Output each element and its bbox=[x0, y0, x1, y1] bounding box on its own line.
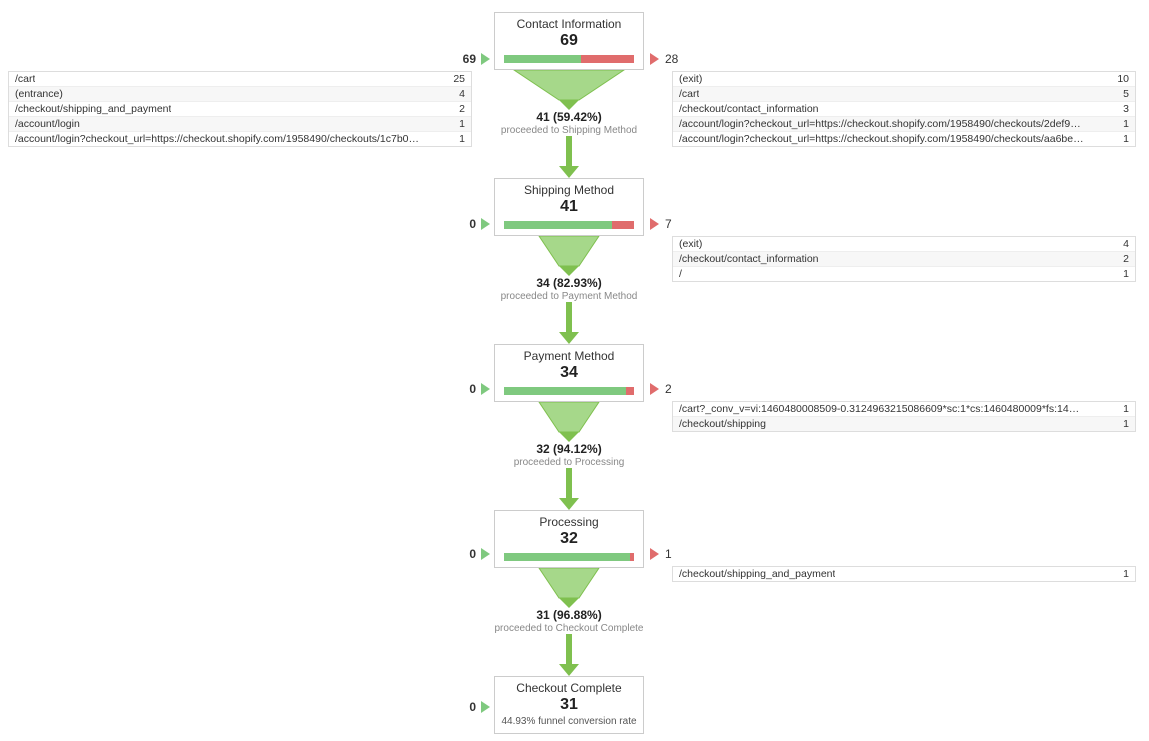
funnel-icon bbox=[494, 568, 644, 608]
table-row[interactable]: /checkout/shipping_and_payment1 bbox=[673, 567, 1135, 581]
triangle-right-icon bbox=[481, 218, 490, 230]
progress-bar bbox=[504, 387, 634, 395]
step-count: 31 bbox=[495, 696, 643, 714]
incoming-indicator: 0 bbox=[469, 382, 490, 396]
table-row[interactable]: (exit)4 bbox=[673, 237, 1135, 252]
table-row[interactable]: (exit)10 bbox=[673, 72, 1135, 87]
funnel-step: Contact Information 69 bbox=[494, 12, 644, 70]
table-row[interactable]: /account/login?checkout_url=https://chec… bbox=[673, 117, 1135, 132]
table-row[interactable]: /account/login?checkout_url=https://chec… bbox=[673, 132, 1135, 146]
funnel-icon bbox=[494, 236, 644, 276]
funnel-step: Payment Method 34 bbox=[494, 344, 644, 402]
step-title: Payment Method bbox=[495, 349, 643, 363]
arrow-down-icon bbox=[494, 468, 644, 510]
proceed-label: 31 (96.88%)proceeded to Checkout Complet… bbox=[494, 608, 644, 634]
proceed-label: 34 (82.93%)proceeded to Payment Method bbox=[494, 276, 644, 302]
step-count: 32 bbox=[495, 530, 643, 548]
funnel-step: Shipping Method 41 bbox=[494, 178, 644, 236]
progress-bar bbox=[504, 221, 634, 229]
step-title: Checkout Complete bbox=[495, 681, 643, 695]
step-title: Processing bbox=[495, 515, 643, 529]
incoming-indicator: 69 bbox=[463, 52, 490, 66]
arrow-down-icon bbox=[494, 136, 644, 178]
outgoing-indicator: 7 bbox=[650, 217, 672, 231]
funnel-icon bbox=[494, 70, 644, 110]
conversion-rate: 44.93% funnel conversion rate bbox=[495, 716, 643, 727]
outgoing-indicator: 1 bbox=[650, 547, 672, 561]
progress-bar bbox=[504, 55, 634, 63]
table-row[interactable]: /checkout/shipping1 bbox=[673, 417, 1135, 431]
proceed-label: 41 (59.42%)proceeded to Shipping Method bbox=[494, 110, 644, 136]
step-title: Shipping Method bbox=[495, 183, 643, 197]
table-row[interactable]: /1 bbox=[673, 267, 1135, 281]
triangle-right-icon bbox=[650, 383, 659, 395]
progress-bar bbox=[504, 553, 634, 561]
step-count: 34 bbox=[495, 364, 643, 382]
table-row[interactable]: /checkout/contact_information2 bbox=[673, 252, 1135, 267]
triangle-right-icon bbox=[481, 548, 490, 560]
step-title: Contact Information bbox=[495, 17, 643, 31]
outgoing-table: /checkout/shipping_and_payment1 bbox=[672, 566, 1136, 582]
proceed-label: 32 (94.12%)proceeded to Processing bbox=[494, 442, 644, 468]
step-count: 41 bbox=[495, 198, 643, 216]
step-count: 69 bbox=[495, 32, 643, 50]
incoming-indicator: 0 bbox=[469, 217, 490, 231]
table-row[interactable]: /cart5 bbox=[673, 87, 1135, 102]
arrow-down-icon bbox=[494, 302, 644, 344]
triangle-right-icon bbox=[650, 548, 659, 560]
funnel-icon bbox=[494, 402, 644, 442]
triangle-right-icon bbox=[481, 701, 490, 713]
table-row[interactable]: /account/login?checkout_url=https://chec… bbox=[9, 132, 471, 146]
table-row[interactable]: /account/login1 bbox=[9, 117, 471, 132]
outgoing-indicator: 28 bbox=[650, 52, 678, 66]
table-row[interactable]: /cart?_conv_v=vi:1460480008509-0.3124963… bbox=[673, 402, 1135, 417]
funnel-step: Processing 32 bbox=[494, 510, 644, 568]
triangle-right-icon bbox=[481, 53, 490, 65]
table-row[interactable]: /checkout/shipping_and_payment2 bbox=[9, 102, 471, 117]
table-row[interactable]: (entrance)4 bbox=[9, 87, 471, 102]
funnel-step: Checkout Complete 31 44.93% funnel conve… bbox=[494, 676, 644, 734]
incoming-table: /cart25(entrance)4/checkout/shipping_and… bbox=[8, 71, 472, 147]
table-row[interactable]: /checkout/contact_information3 bbox=[673, 102, 1135, 117]
arrow-down-icon bbox=[494, 634, 644, 676]
outgoing-table: (exit)4/checkout/contact_information2/1 bbox=[672, 236, 1136, 282]
outgoing-table: /cart?_conv_v=vi:1460480008509-0.3124963… bbox=[672, 401, 1136, 432]
triangle-right-icon bbox=[481, 383, 490, 395]
outgoing-table: (exit)10/cart5/checkout/contact_informat… bbox=[672, 71, 1136, 147]
triangle-right-icon bbox=[650, 53, 659, 65]
table-row[interactable]: /cart25 bbox=[9, 72, 471, 87]
incoming-indicator: 0 bbox=[469, 700, 490, 714]
triangle-right-icon bbox=[650, 218, 659, 230]
incoming-indicator: 0 bbox=[469, 547, 490, 561]
outgoing-indicator: 2 bbox=[650, 382, 672, 396]
funnel-visualization: { "steps": [ { "title": "Contact Informa… bbox=[0, 0, 1149, 741]
